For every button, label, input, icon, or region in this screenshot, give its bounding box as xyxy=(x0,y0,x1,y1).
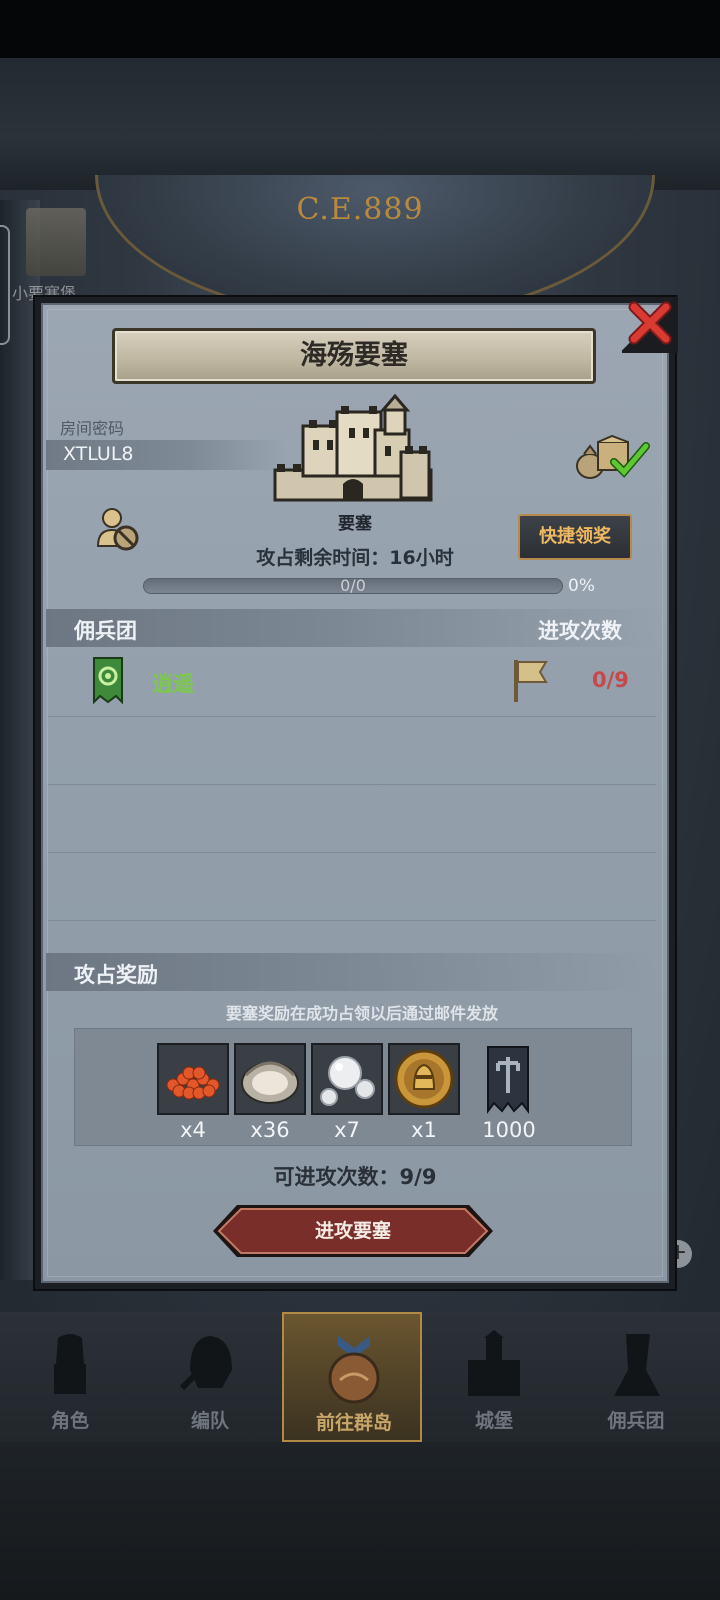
nav-label: 前往群岛 xyxy=(315,1412,392,1434)
reward-qty: x36 xyxy=(250,1118,290,1142)
nav-label: 编队 xyxy=(190,1410,229,1432)
capture-progress-text: 0/0 xyxy=(340,576,366,595)
remaining-time: 攻占剩余时间：16小时 xyxy=(256,547,454,569)
mercenary-icon xyxy=(614,1334,660,1396)
fortress-name: 要塞 xyxy=(338,514,372,534)
attack-count-header: 进攻次数 xyxy=(538,619,622,643)
dialog-title: 海殇要塞 xyxy=(300,340,408,371)
capture-progress-percent: 0% xyxy=(568,576,595,596)
mercenary-row[interactable] xyxy=(50,648,654,716)
reward-bag-icon[interactable] xyxy=(574,434,654,480)
status-bar xyxy=(0,0,720,58)
fortress-icon xyxy=(273,393,433,502)
reward-qty: x1 xyxy=(411,1118,437,1142)
knight-coin-icon xyxy=(390,1045,458,1113)
close-icon xyxy=(628,301,672,345)
castle-icon xyxy=(468,1330,520,1396)
knight-icon xyxy=(54,1334,86,1394)
guild-name: 逍遥 xyxy=(152,672,194,696)
mercenary-section-label: 佣兵团 xyxy=(74,619,137,643)
reward-qty: 1000 xyxy=(482,1118,536,1142)
guild-banner-icon xyxy=(93,657,123,704)
bottom-dark-area xyxy=(0,1442,720,1600)
attack-button-label: 进攻要塞 xyxy=(314,1220,391,1242)
roe-icon xyxy=(159,1045,227,1113)
nav-item-castle[interactable]: 城堡 xyxy=(424,1312,564,1442)
reward-item-knight-coin[interactable] xyxy=(388,1043,460,1115)
row-divider xyxy=(48,784,656,785)
nav-item-formation[interactable]: 编队 xyxy=(140,1312,280,1442)
close-button[interactable] xyxy=(622,293,678,353)
reward-item-pearl[interactable] xyxy=(311,1043,383,1115)
nav-label: 佣兵团 xyxy=(607,1410,665,1432)
nav-label: 城堡 xyxy=(474,1410,513,1432)
quick-claim-button[interactable]: 快捷领奖 xyxy=(518,514,632,560)
helmet-icon xyxy=(180,1336,232,1391)
attack-fortress-button[interactable]: 进攻要塞 xyxy=(211,1203,495,1259)
reward-item-emblem[interactable] xyxy=(486,1045,530,1115)
side-drawer-tab[interactable] xyxy=(0,225,10,345)
room-code-label: 房间密码 xyxy=(60,419,125,438)
title-plate: 海殇要塞 xyxy=(112,328,596,384)
attack-flag-icon xyxy=(514,660,548,702)
guild-attack-count: 0/9 xyxy=(592,668,629,692)
row-divider xyxy=(48,920,656,921)
pearl-icon xyxy=(313,1045,381,1113)
attempts-remaining: 可进攻次数：9/9 xyxy=(273,1165,437,1189)
nav-label: 角色 xyxy=(50,1410,89,1432)
row-divider xyxy=(48,852,656,853)
island-icon xyxy=(328,1336,380,1404)
reward-qty: x4 xyxy=(180,1118,206,1142)
rewards-note: 要塞奖励在成功占领以后通过邮件发放 xyxy=(225,1004,498,1023)
row-divider xyxy=(48,716,656,717)
rewards-section-label: 攻占奖励 xyxy=(74,963,158,987)
room-code-value: XTLUL8 xyxy=(63,443,134,465)
reward-qty: x7 xyxy=(334,1118,360,1142)
reward-item-oyster[interactable] xyxy=(234,1043,306,1115)
nav-item-character[interactable]: 角色 xyxy=(0,1312,140,1442)
nav-item-islands[interactable]: 前往群岛 xyxy=(282,1312,422,1442)
top-dark-band xyxy=(0,58,720,190)
era-label: C.E.889 xyxy=(296,192,424,227)
oyster-icon xyxy=(236,1045,304,1113)
member-blocked-icon[interactable] xyxy=(96,506,140,552)
reward-item-roe[interactable] xyxy=(157,1043,229,1115)
background-castle-icon xyxy=(26,208,86,276)
nav-item-mercenary[interactable]: 佣兵团 xyxy=(566,1312,706,1442)
